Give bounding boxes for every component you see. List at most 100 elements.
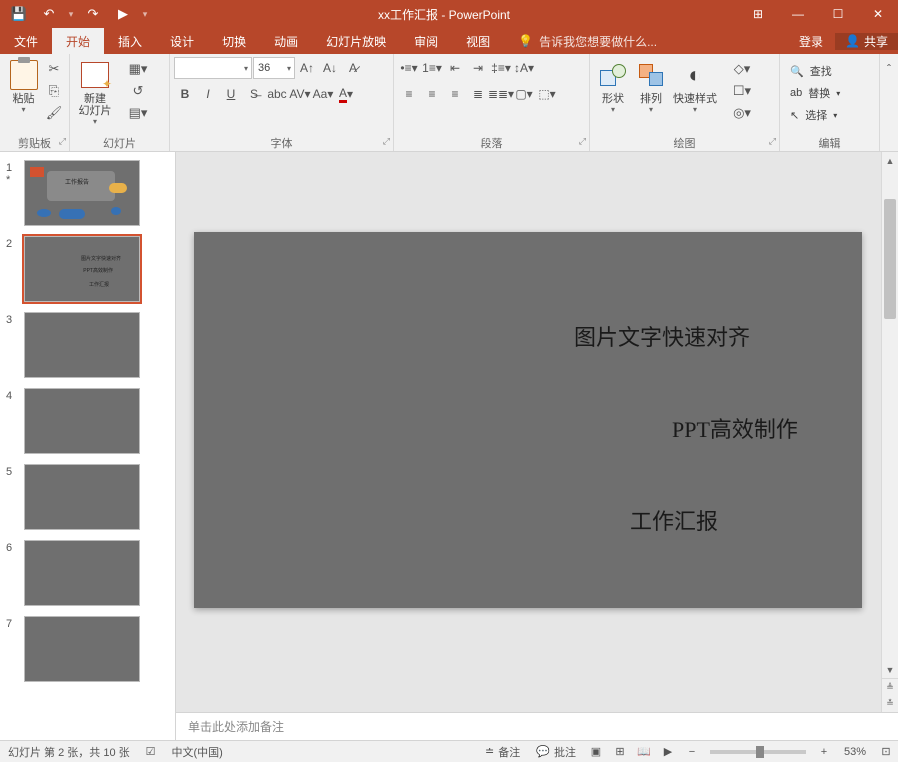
format-painter-button[interactable]: 🖌 [43,103,65,123]
slide-text-line2[interactable]: PPT高效制作 [672,412,798,444]
bullets-button[interactable]: •≡▾ [398,57,420,79]
scroll-down-button[interactable]: ▼ [882,661,898,678]
change-case-button[interactable]: Aa▾ [312,83,334,105]
layout-button[interactable]: ▦▾ [118,59,158,79]
slide-canvas-viewport[interactable]: 图片文字快速对齐 PPT高效制作 工作汇报 ▲ ▼ ≜ ≛ [176,152,898,712]
slide-thumb-7[interactable]: 7 [0,614,175,690]
dialog-launcher-icon[interactable]: ⤢ [579,136,586,147]
fit-window-button[interactable]: ⊡ [874,741,898,762]
italic-button[interactable]: I [197,83,219,105]
find-button[interactable]: 🔍查找 [784,60,838,82]
align-left-button[interactable]: ≡ [398,83,420,105]
notes-toggle[interactable]: ≐备注 [477,741,528,762]
tab-home[interactable]: 开始 [52,28,104,54]
zoom-out-button[interactable]: − [680,741,704,762]
scroll-thumb[interactable] [884,199,896,319]
quick-styles-button[interactable]: ◐ 快速样式 ▾ [670,57,720,114]
comments-toggle[interactable]: 💬批注 [528,741,584,762]
paste-button[interactable]: 粘贴 ▾ [4,57,43,114]
arrange-button[interactable]: 排列 ▾ [632,57,670,114]
slide-thumb-1[interactable]: 1* 工作报告 [0,158,175,234]
numbering-button[interactable]: 1≡▾ [421,57,443,79]
notes-pane[interactable]: 单击此处添加备注 [176,712,898,740]
qat-undo-more[interactable]: ▾ [66,9,76,20]
columns-button[interactable]: ≣≣▾ [490,83,512,105]
clear-format-button[interactable]: A̷ [342,57,364,79]
shapes-button[interactable]: 形状 ▾ [594,57,632,114]
zoom-in-button[interactable]: + [812,741,836,762]
font-size-combo[interactable]: 36▾ [253,57,295,79]
reset-button[interactable]: ↺ [118,81,158,101]
smartart-button[interactable]: ⬚▾ [536,83,558,105]
dialog-launcher-icon[interactable]: ⤢ [383,136,390,147]
copy-button[interactable]: ⎘ [43,81,65,101]
tab-file[interactable]: 文件 [0,28,52,54]
scroll-up-button[interactable]: ▲ [882,152,898,169]
slide-thumbnail-pane[interactable]: 1* 工作报告 2 图片文字快速对齐 PPT高效制作 工作汇报 3 4 5 [0,152,176,740]
slide-thumb-3[interactable]: 3 [0,310,175,386]
tell-me-search[interactable]: 💡 告诉我您想要做什么... [504,28,657,54]
increase-font-button[interactable]: A↑ [296,57,318,79]
dialog-launcher-icon[interactable]: ⤢ [59,136,66,147]
cut-button[interactable]: ✂ [43,59,65,79]
vertical-scrollbar[interactable]: ▲ ▼ ≜ ≛ [881,152,898,712]
tab-slideshow[interactable]: 幻灯片放映 [312,28,400,54]
slide-thumb-5[interactable]: 5 [0,462,175,538]
undo-button[interactable]: ↶ [36,2,62,26]
prev-slide-button[interactable]: ≜ [882,678,898,695]
maximize-button[interactable]: ☐ [818,0,858,28]
align-text-button[interactable]: ▢▾ [513,83,535,105]
strike-button[interactable]: S̶ [243,83,265,105]
slide-counter[interactable]: 幻灯片 第 2 张，共 10 张 [0,741,138,762]
slide-text-line3[interactable]: 工作汇报 [630,504,718,536]
tab-view[interactable]: 视图 [452,28,504,54]
underline-button[interactable]: U [220,83,242,105]
slide-thumb-6[interactable]: 6 [0,538,175,614]
section-button[interactable]: ▤▾ [118,103,158,123]
new-slide-button[interactable]: 新建 幻灯片 ▾ [74,57,116,126]
normal-view-button[interactable]: ▣ [584,741,608,762]
slideshow-view-button[interactable]: ▶ [656,741,680,762]
shape-fill-button[interactable]: ◇▾ [722,59,762,79]
language-button[interactable]: 中文(中国) [164,741,231,762]
increase-indent-button[interactable]: ⇥ [467,57,489,79]
dialog-launcher-icon[interactable]: ⤢ [769,136,776,147]
ribbon-options-button[interactable]: ⊞ [738,0,778,28]
spellcheck-button[interactable]: ☑ [138,741,164,762]
share-button[interactable]: 👤 共享 [835,33,898,50]
startshow-button[interactable]: ▶ [110,2,136,26]
save-button[interactable]: 💾 [6,2,32,26]
next-slide-button[interactable]: ≛ [882,695,898,712]
font-color-button[interactable]: A▾ [335,83,357,105]
font-name-combo[interactable]: ▾ [174,57,252,79]
select-button[interactable]: ↖选择▾ [784,104,843,126]
tab-transitions[interactable]: 切换 [208,28,260,54]
shadow-button[interactable]: abc [266,83,288,105]
bold-button[interactable]: B [174,83,196,105]
replace-button[interactable]: ab替换▾ [784,82,846,104]
minimize-button[interactable]: — [778,0,818,28]
text-direction-button[interactable]: ↕A▾ [513,57,535,79]
slide-thumb-4[interactable]: 4 [0,386,175,462]
slide-text-line1[interactable]: 图片文字快速对齐 [574,320,750,352]
zoom-knob[interactable] [756,746,764,758]
tab-insert[interactable]: 插入 [104,28,156,54]
sorter-view-button[interactable]: ⊞ [608,741,632,762]
qat-customize[interactable]: ▾ [140,9,150,20]
char-spacing-button[interactable]: AV▾ [289,83,311,105]
align-center-button[interactable]: ≡ [421,83,443,105]
justify-button[interactable]: ≣ [467,83,489,105]
align-right-button[interactable]: ≡ [444,83,466,105]
slide-thumb-2[interactable]: 2 图片文字快速对齐 PPT高效制作 工作汇报 [0,234,175,310]
slide-canvas[interactable]: 图片文字快速对齐 PPT高效制作 工作汇报 [194,232,862,608]
shape-effects-button[interactable]: ◎▾ [722,103,762,123]
reading-view-button[interactable]: 📖 [632,741,656,762]
tab-design[interactable]: 设计 [156,28,208,54]
redo-button[interactable]: ↷ [80,2,106,26]
collapse-ribbon-button[interactable]: ˆ [880,58,898,80]
decrease-indent-button[interactable]: ⇤ [444,57,466,79]
zoom-slider[interactable] [710,750,806,754]
close-button[interactable]: ✕ [858,0,898,28]
shape-outline-button[interactable]: ☐▾ [722,81,762,101]
zoom-level[interactable]: 53% [836,741,874,762]
